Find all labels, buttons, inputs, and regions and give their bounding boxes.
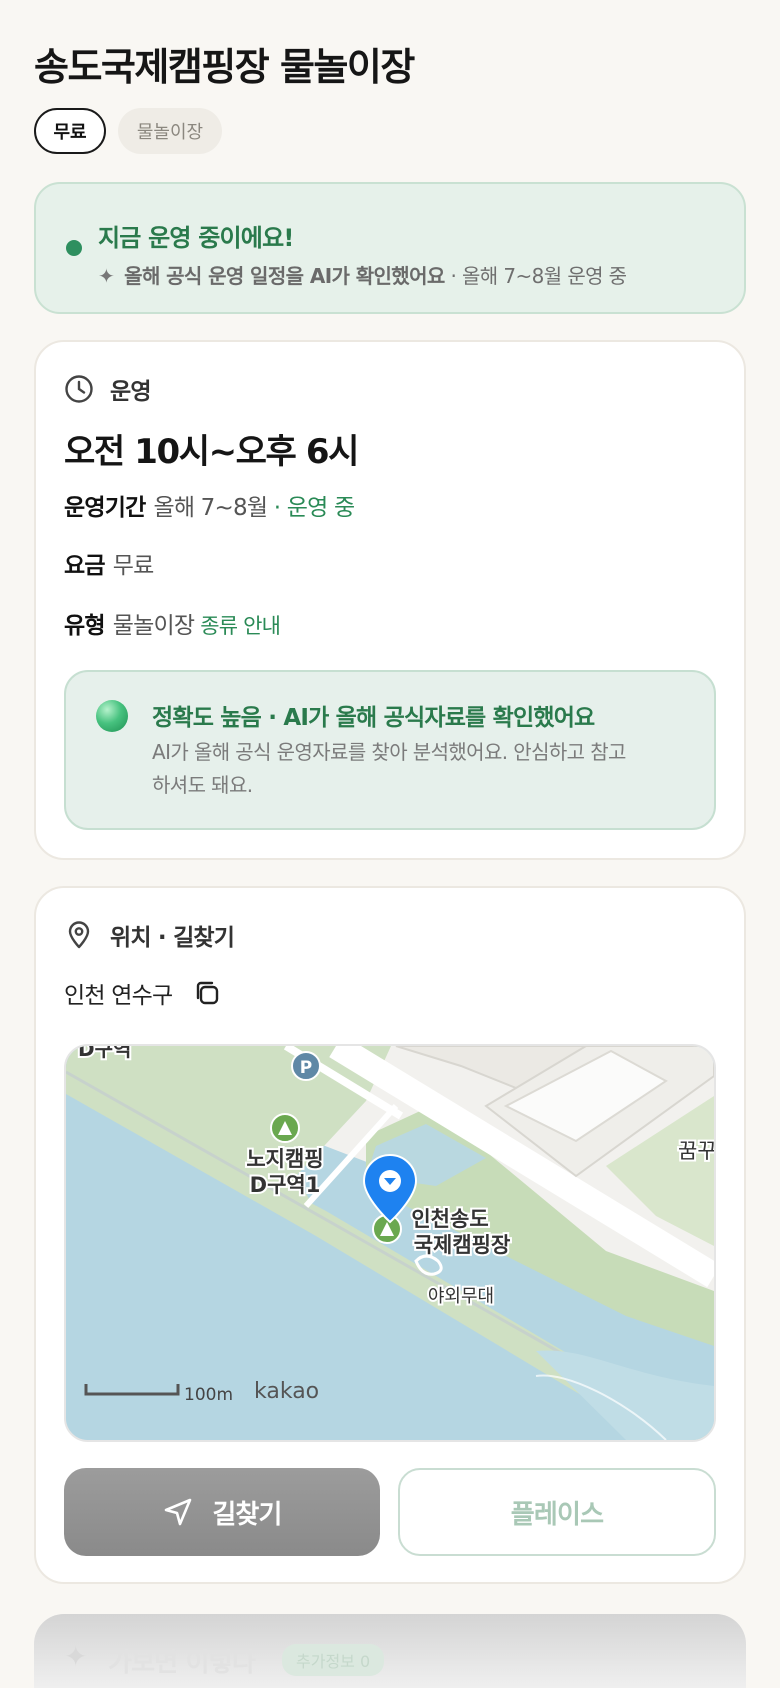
navigation-arrow-icon [165, 1498, 192, 1526]
operation-card: 운영 오전 10시~오후 6시 운영기간 올해 7~8월 · 운영 중 요금 무료 … [34, 340, 746, 860]
type-label: 유형 [64, 613, 106, 639]
sparkle-icon: ✦ [98, 264, 115, 288]
period-label: 운영기간 [64, 495, 146, 521]
period-row: 운영기간 올해 7~8월 · 운영 중 [64, 488, 355, 522]
fee-row: 요금 무료 [64, 546, 155, 580]
review-preview-badge: 추가정보 0 [282, 1644, 385, 1676]
address-row: 인천 연수구 [64, 976, 222, 1010]
review-preview-title: 가보면 이렇다 [108, 1648, 256, 1678]
map-label-stage: 야외무대 [428, 1286, 494, 1307]
map-label-top-cut: D구역 [78, 1046, 131, 1061]
map-label-right-cut: 꿈꾸 [678, 1139, 714, 1163]
clock-icon [65, 375, 93, 403]
type-row: 유형 물놀이장 종류 안내 [64, 606, 281, 640]
fee-chip[interactable]: 무료 [34, 108, 106, 154]
ai-orb-icon [96, 700, 128, 732]
location-section-header: 위치 · 길찾기 [64, 918, 235, 952]
map-label-campsite-2: 국제캠핑장 [414, 1233, 511, 1257]
page: 송도국제캠핑장 물놀이장 무료 물놀이장 지금 운영 중이에요! ✦ 올해 공식 … [0, 0, 780, 1688]
operating-hours: 오전 10시~오후 6시 [64, 432, 359, 472]
campsite-icon-1 [270, 1113, 300, 1143]
kakao-logo: kakao [254, 1379, 319, 1404]
route-button-label: 길찾기 [212, 1499, 282, 1530]
status-banner: 지금 운영 중이에요! ✦ 올해 공식 운영 일정을 AI가 확인했어요 · 올해… [34, 182, 746, 314]
status-sub-bold: 올해 공식 운영 일정을 AI가 확인했어요 [124, 264, 445, 288]
location-section-title: 위치 · 길찾기 [110, 925, 235, 951]
status-dot-icon [66, 240, 82, 256]
operation-section-header: 운영 [64, 372, 152, 406]
map-label-noji-2: D구역1 [250, 1173, 321, 1197]
review-preview-card[interactable]: ✦ 가보면 이렇다 추가정보 0 [34, 1614, 746, 1688]
map-view[interactable]: P D구역 노지캠핑 D구역1 인천송도 국제캠핑장 야외무대 꿈꾸 100m … [64, 1044, 716, 1442]
status-subtitle: ✦ 올해 공식 운영 일정을 AI가 확인했어요 · 올해 7~8월 운영 중 [98, 260, 627, 289]
period-status: · 운영 중 [267, 495, 355, 521]
location-card: 위치 · 길찾기 인천 연수구 P D구역 노지캠핑 D구역1 인천송도 국제캠… [34, 886, 746, 1584]
parking-label: P [300, 1058, 312, 1078]
location-pin-icon [68, 921, 90, 949]
fee-value: 무료 [112, 553, 155, 579]
page-title: 송도국제캠핑장 물놀이장 [34, 45, 415, 89]
accuracy-body: AI가 올해 공식 운영자료를 찾아 분석했어요. 안심하고 참고하셔도 돼요. [152, 740, 626, 797]
status-sub-rest: · 올해 7~8월 운영 중 [444, 264, 627, 288]
fee-label: 요금 [64, 553, 106, 579]
sparkle-icon: ✦ [64, 1640, 88, 1673]
accuracy-title: 정확도 높음 · AI가 올해 공식자료를 확인했어요 [152, 705, 595, 731]
address-text: 인천 연수구 [64, 983, 173, 1009]
accuracy-box: 정확도 높음 · AI가 올해 공식자료를 확인했어요 AI가 올해 공식 운영… [64, 670, 716, 830]
map-scale-label: 100m [184, 1385, 233, 1405]
map-label-campsite-1: 인천송도 [411, 1207, 488, 1231]
route-button[interactable]: 길찾기 [64, 1468, 380, 1556]
type-chip[interactable]: 물놀이장 [118, 108, 222, 154]
type-value: 물놀이장 [112, 613, 195, 639]
map-label-noji-1: 노지캠핑 [246, 1147, 323, 1171]
place-button[interactable]: 플레이스 [398, 1468, 716, 1556]
copy-icon[interactable] [192, 978, 222, 1008]
type-guide-link[interactable]: 종류 안내 [200, 614, 281, 638]
parking-icon: P [291, 1051, 321, 1081]
period-value: 올해 7~8월 [153, 495, 268, 521]
operation-section-title: 운영 [110, 379, 152, 405]
status-title: 지금 운영 중이에요! [98, 224, 294, 252]
